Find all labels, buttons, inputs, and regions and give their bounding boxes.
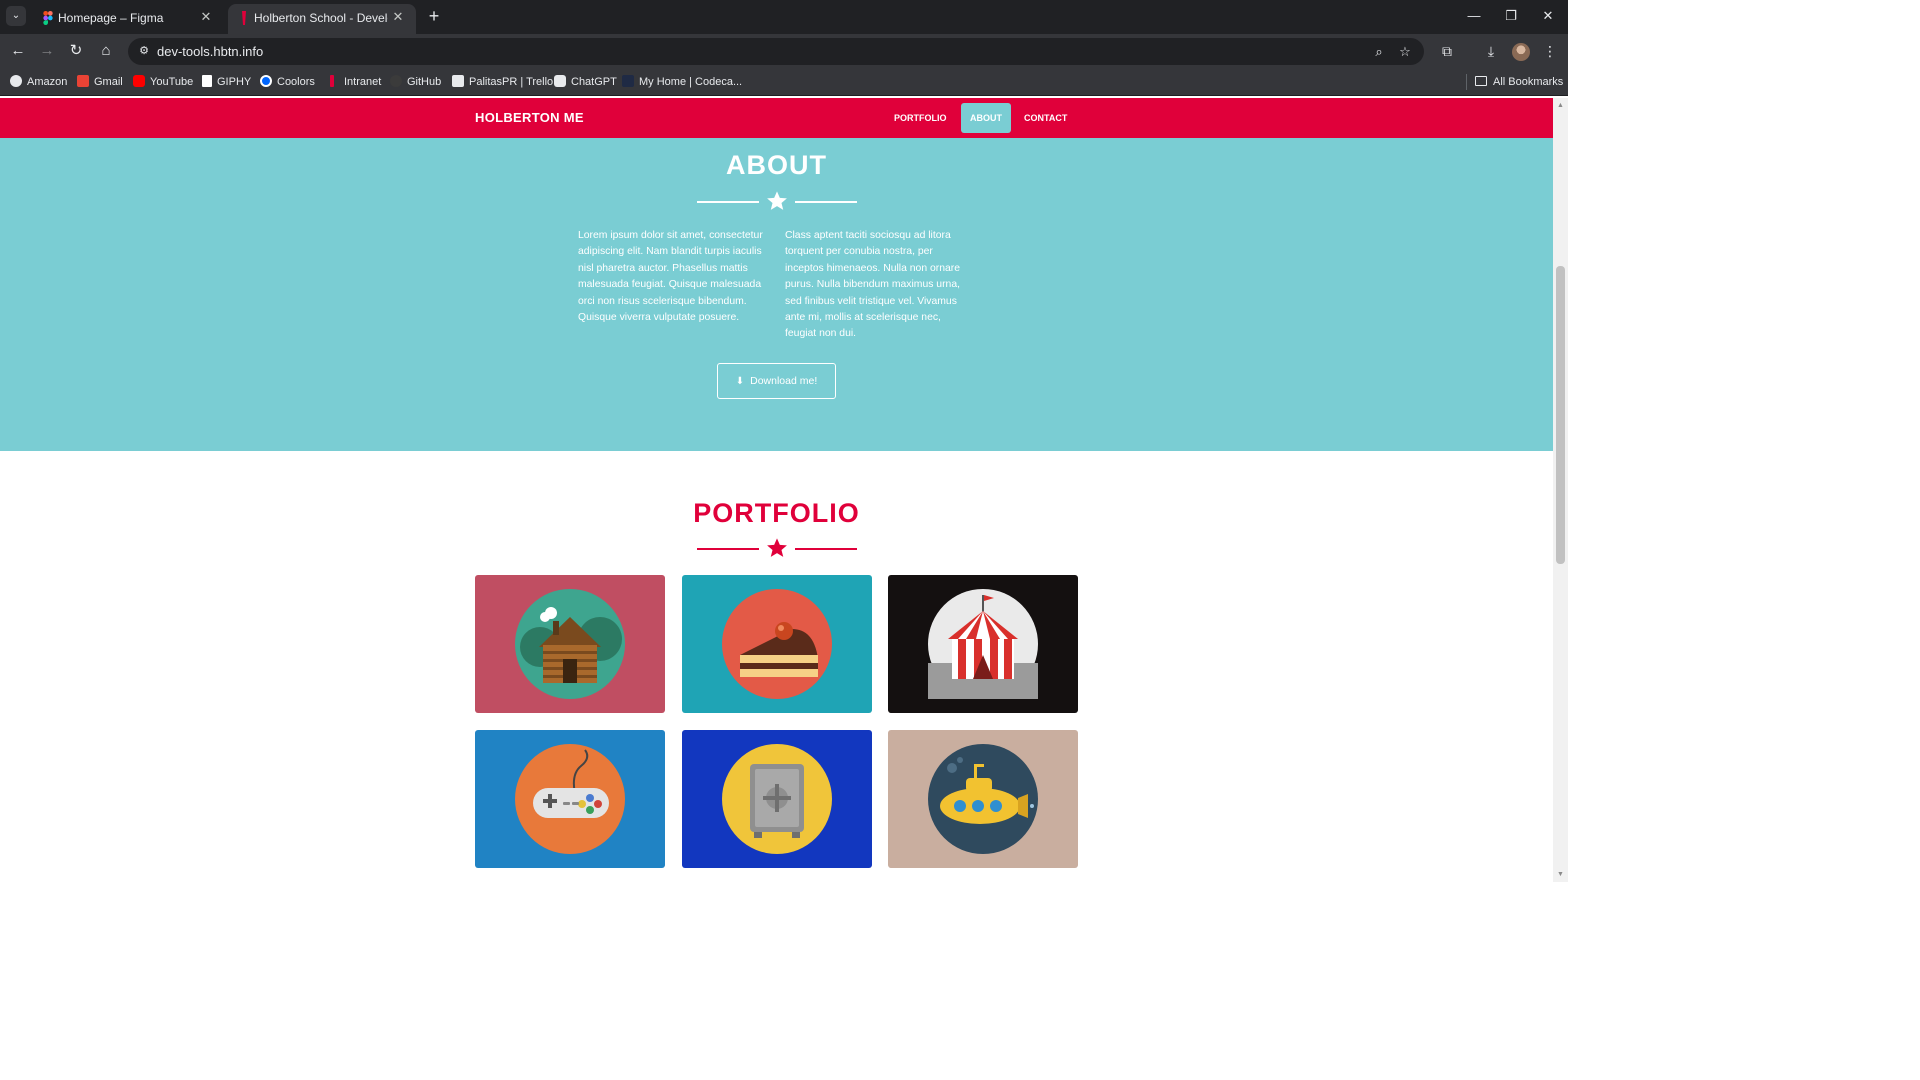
bookmark-star-icon[interactable]: ☆ bbox=[1396, 43, 1414, 61]
new-tab-button[interactable]: + bbox=[424, 6, 444, 26]
bookmark-github[interactable]: GitHub bbox=[390, 73, 441, 91]
site-settings-icon[interactable]: ⚙ bbox=[136, 43, 152, 59]
about-section: ABOUT Lorem ipsum dolor sit amet, consec… bbox=[0, 138, 1553, 451]
scrollbar-thumb[interactable] bbox=[1556, 266, 1565, 564]
reload-icon[interactable]: ↻ bbox=[66, 41, 86, 61]
browser-tab-strip: ⌄ Homepage – Figma ✕ Holberton School - … bbox=[0, 0, 1568, 34]
scroll-up-arrow-icon[interactable]: ▲ bbox=[1556, 101, 1565, 110]
amazon-icon bbox=[10, 75, 22, 87]
downloads-icon[interactable]: ⤓ bbox=[1481, 41, 1501, 61]
figma-icon bbox=[43, 11, 53, 25]
menu-kebab-icon[interactable]: ⋮ bbox=[1540, 41, 1560, 61]
about-text-column-1: Lorem ipsum dolor sit amet, consectetur … bbox=[578, 230, 763, 324]
download-label: Download me! bbox=[750, 375, 818, 387]
all-bookmarks-button[interactable]: All Bookmarks bbox=[1475, 73, 1563, 91]
back-arrow-icon[interactable]: ← bbox=[8, 41, 28, 61]
divider-line bbox=[795, 548, 857, 550]
about-text-column-2: Class aptent taciti sociosqu ad litora t… bbox=[785, 230, 961, 340]
tab-holberton[interactable]: Holberton School - Developer t ✕ bbox=[228, 4, 416, 34]
divider-line bbox=[697, 548, 759, 550]
coolors-icon bbox=[260, 75, 272, 87]
bookmark-chatgpt[interactable]: ChatGPT bbox=[554, 73, 617, 91]
github-icon bbox=[390, 75, 402, 87]
divider-line bbox=[697, 201, 759, 203]
nav-link-contact[interactable]: CONTACT bbox=[1016, 103, 1075, 133]
forward-arrow-icon[interactable]: → bbox=[37, 41, 57, 61]
divider-line bbox=[795, 201, 857, 203]
star-icon bbox=[767, 191, 787, 210]
about-divider bbox=[697, 190, 857, 214]
tab-search-icon[interactable]: ⌄ bbox=[6, 6, 26, 26]
browser-toolbar: ← → ↻ ⌂ ⚙ dev-tools.hbtn.info ⌕ ☆ ⧉ ⤓ ⋮ bbox=[0, 34, 1568, 68]
youtube-icon bbox=[133, 75, 145, 87]
giphy-icon bbox=[202, 75, 212, 87]
bookmark-youtube[interactable]: YouTube bbox=[133, 73, 193, 91]
nav-link-about[interactable]: ABOUT bbox=[961, 103, 1011, 133]
portfolio-title: PORTFOLIO bbox=[693, 498, 860, 528]
home-icon[interactable]: ⌂ bbox=[96, 41, 116, 61]
holberton-icon bbox=[242, 11, 246, 25]
bookmark-codecademy[interactable]: My Home | Codeca... bbox=[622, 73, 742, 91]
nav-link-portfolio[interactable]: PORTFOLIO bbox=[886, 103, 955, 133]
restore-button[interactable]: ❐ bbox=[1497, 6, 1525, 26]
bookmarks-divider bbox=[1466, 74, 1467, 90]
portfolio-item-cake[interactable] bbox=[682, 575, 872, 713]
scroll-down-arrow-icon[interactable]: ▼ bbox=[1556, 870, 1565, 879]
extensions-icon[interactable]: ⧉ bbox=[1437, 41, 1457, 61]
portfolio-item-circus[interactable] bbox=[888, 575, 1078, 713]
close-tab-icon[interactable]: ✕ bbox=[198, 9, 214, 25]
safe-icon bbox=[722, 744, 832, 854]
holberton-icon bbox=[330, 75, 334, 87]
site-brand[interactable]: HOLBERTON ME bbox=[475, 110, 584, 125]
portfolio-item-game[interactable] bbox=[475, 730, 665, 868]
bookmark-coolors[interactable]: Coolors bbox=[260, 73, 315, 91]
download-icon: ⬇ bbox=[735, 376, 745, 387]
page-viewport: HOLBERTON ME PORTFOLIO ABOUT CONTACT ABO… bbox=[0, 98, 1553, 882]
page-scrollbar[interactable]: ▲ ▼ bbox=[1553, 98, 1568, 882]
about-title: ABOUT bbox=[726, 150, 827, 180]
download-button[interactable]: ⬇ Download me! bbox=[717, 363, 836, 399]
site-navbar: HOLBERTON ME PORTFOLIO ABOUT CONTACT bbox=[0, 98, 1553, 138]
circus-tent-icon bbox=[928, 589, 1038, 699]
portfolio-item-cabin[interactable] bbox=[475, 575, 665, 713]
zoom-icon[interactable]: ⌕ bbox=[1370, 43, 1388, 61]
star-icon bbox=[767, 538, 787, 557]
gmail-icon bbox=[77, 75, 89, 87]
cake-icon bbox=[722, 589, 832, 699]
bookmark-giphy[interactable]: GIPHY bbox=[202, 73, 251, 91]
bookmark-amazon[interactable]: Amazon bbox=[10, 73, 67, 91]
tab-title: Homepage – Figma bbox=[58, 11, 164, 25]
profile-avatar[interactable] bbox=[1512, 43, 1530, 61]
submarine-icon bbox=[928, 744, 1038, 854]
address-bar[interactable]: ⚙ dev-tools.hbtn.info ⌕ ☆ bbox=[128, 38, 1424, 65]
codecademy-icon bbox=[622, 75, 634, 87]
bookmark-trello[interactable]: PalitasPR | Trello bbox=[452, 73, 553, 91]
portfolio-divider bbox=[697, 537, 857, 561]
portfolio-item-submarine[interactable] bbox=[888, 730, 1078, 868]
folder-icon bbox=[1475, 76, 1487, 86]
chatgpt-icon bbox=[554, 75, 566, 87]
trello-icon bbox=[452, 75, 464, 87]
portfolio-item-safe[interactable] bbox=[682, 730, 872, 868]
cabin-icon bbox=[515, 589, 625, 699]
bookmarks-bar: Amazon Gmail YouTube GIPHY Coolors Intra… bbox=[0, 68, 1568, 96]
minimize-button[interactable]: — bbox=[1460, 6, 1488, 26]
tab-title: Holberton School - Developer t bbox=[254, 11, 388, 25]
tab-figma[interactable]: Homepage – Figma ✕ bbox=[32, 4, 224, 34]
bookmark-gmail[interactable]: Gmail bbox=[77, 73, 123, 91]
url-text[interactable]: dev-tools.hbtn.info bbox=[157, 44, 263, 59]
close-tab-icon[interactable]: ✕ bbox=[390, 9, 406, 25]
close-window-button[interactable]: ✕ bbox=[1534, 6, 1562, 26]
game-controller-icon bbox=[515, 744, 625, 854]
bookmark-intranet[interactable]: Intranet bbox=[327, 73, 381, 91]
